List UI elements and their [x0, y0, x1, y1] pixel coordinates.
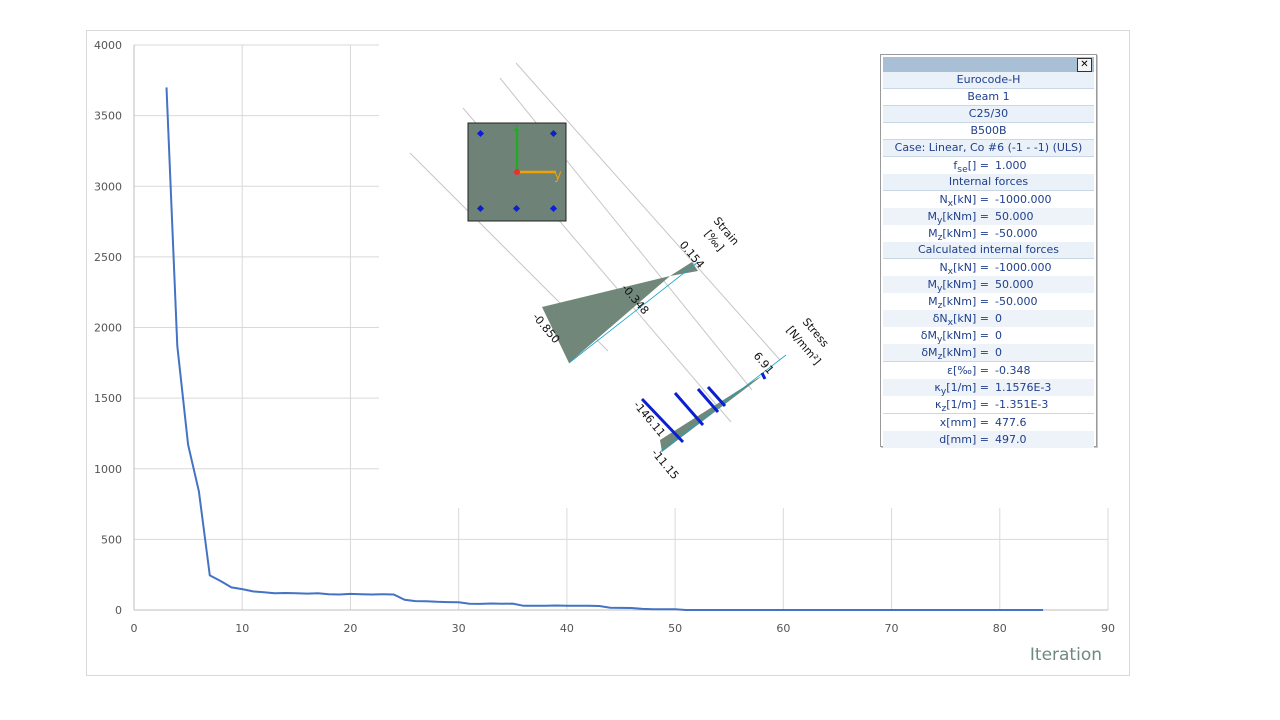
- member-row: Beam 1: [883, 89, 1094, 106]
- y-tick-label: 1000: [94, 463, 122, 476]
- row-unit: [kNm] =: [942, 295, 989, 308]
- result-row: Mz[kNm] = -50.000: [883, 225, 1094, 243]
- y-tick-label: 1500: [94, 392, 122, 405]
- panel-titlebar[interactable]: ✕: [883, 57, 1094, 72]
- row-value: 50.000: [995, 210, 1034, 223]
- result-row: d[mm] = 497.0: [883, 431, 1094, 448]
- row-key: M: [927, 210, 937, 223]
- internal-forces-list: Nx[kN] = -1000.000 My[kNm] = 50.000 Mz[kNm] …: [883, 191, 1094, 243]
- row-value: 477.6: [995, 416, 1027, 429]
- y-tick-label: 0: [115, 604, 122, 617]
- row-value: 497.0: [995, 433, 1027, 446]
- strain-results-list: ε[‰] = -0.348 κy[1/m] = 1.1576E-3 κz[1/m] = -…: [883, 362, 1094, 414]
- row-unit: [mm] =: [946, 416, 989, 429]
- steel-row: B500B: [883, 123, 1094, 140]
- row-key: M: [927, 278, 937, 291]
- x-tick-label: 40: [560, 622, 574, 635]
- x-tick-label: 80: [993, 622, 1007, 635]
- y-tick-label: 4000: [94, 39, 122, 52]
- result-row: Nx[kN] = -1000.000: [883, 259, 1094, 277]
- case-row: Case: Linear, Co #6 (-1 - -1) (ULS): [883, 140, 1094, 157]
- y-tick-label: 3500: [94, 110, 122, 123]
- row-value: -1000.000: [995, 193, 1052, 206]
- result-row: My[kNm] = 50.000: [883, 208, 1094, 226]
- row-value: 0: [995, 312, 1002, 325]
- row-unit: [kN] =: [953, 193, 989, 206]
- x-tick-label: 70: [885, 622, 899, 635]
- result-row: Nx[kN] = -1000.000: [883, 191, 1094, 209]
- result-row: My[kNm] = 50.000: [883, 276, 1094, 294]
- y-tick-label: 3000: [94, 180, 122, 193]
- z-axis-label: z: [513, 121, 519, 134]
- calculated-forces-header: Calculated internal forces: [883, 242, 1094, 259]
- row-value: -1000.000: [995, 261, 1052, 274]
- row-key: M: [928, 227, 938, 240]
- row-value: 0: [995, 329, 1002, 342]
- y-tick-label: 2500: [94, 251, 122, 264]
- result-row: Mz[kNm] = -50.000: [883, 293, 1094, 311]
- row-unit: [kN] =: [953, 261, 989, 274]
- fse-value: 1.000: [995, 159, 1027, 172]
- x-tick-label: 60: [776, 622, 790, 635]
- y-tick-label: 2000: [94, 322, 122, 335]
- fse-unit: [] =: [967, 159, 989, 172]
- fse-row: fse[] = 1.000: [883, 157, 1094, 175]
- x-tick-label: 50: [668, 622, 682, 635]
- row-unit: [kNm] =: [942, 210, 989, 223]
- row-value: -1.351E-3: [995, 398, 1049, 411]
- row-key: M: [928, 295, 938, 308]
- concrete-row: C25/30: [883, 106, 1094, 123]
- result-row: x[mm] = 477.6: [883, 414, 1094, 431]
- row-value: -0.348: [995, 364, 1031, 377]
- row-key: δN: [932, 312, 948, 325]
- results-panel: ✕ Eurocode-H Beam 1 C25/30 B500B Case: L…: [880, 54, 1097, 448]
- result-row: κz[1/m] = -1.351E-3: [883, 396, 1094, 414]
- row-unit: [1/m] =: [946, 398, 989, 411]
- row-unit: [kNm] =: [942, 227, 989, 240]
- result-row: κy[1/m] = 1.1576E-3: [883, 379, 1094, 397]
- x-tick-label: 90: [1101, 622, 1115, 635]
- row-key: N: [939, 193, 948, 206]
- row-key: δM: [921, 346, 938, 359]
- depth-results-list: x[mm] = 477.6 d[mm] = 497.0: [883, 414, 1094, 448]
- row-key: δM: [920, 329, 937, 342]
- row-value: -50.000: [995, 295, 1038, 308]
- row-value: -50.000: [995, 227, 1038, 240]
- row-value: 1.1576E-3: [995, 381, 1052, 394]
- result-row: δMy[kNm] = 0: [883, 327, 1094, 345]
- result-row: δNx[kN] = 0: [883, 310, 1094, 328]
- row-unit: [kN] =: [953, 312, 989, 325]
- code-row: Eurocode-H: [883, 72, 1094, 89]
- row-unit: [kNm] =: [942, 346, 989, 359]
- row-value: 50.000: [995, 278, 1034, 291]
- calculated-forces-list: Nx[kN] = -1000.000 My[kNm] = 50.000 Mz[kNm] …: [883, 259, 1094, 362]
- internal-forces-header: Internal forces: [883, 174, 1094, 191]
- y-axis-label: y: [554, 168, 562, 183]
- row-unit: [‰] =: [952, 364, 989, 377]
- row-unit: [1/m] =: [946, 381, 989, 394]
- x-tick-label: 30: [452, 622, 466, 635]
- y-tick-label: 500: [101, 533, 122, 546]
- row-key: N: [939, 261, 948, 274]
- x-tick-label: 10: [235, 622, 249, 635]
- row-unit: [kNm] =: [942, 329, 989, 342]
- x-axis-title: Iteration: [1030, 645, 1102, 665]
- origin-point: [514, 169, 520, 175]
- result-row: ε[‰] = -0.348: [883, 362, 1094, 379]
- result-row: δMz[kNm] = 0: [883, 344, 1094, 362]
- x-tick-label: 0: [131, 622, 138, 635]
- row-unit: [kNm] =: [942, 278, 989, 291]
- row-unit: [mm] =: [946, 433, 989, 446]
- x-tick-label: 20: [343, 622, 357, 635]
- row-value: 0: [995, 346, 1002, 359]
- panel-rows: Eurocode-H Beam 1 C25/30 B500B Case: Lin…: [883, 72, 1094, 448]
- close-button[interactable]: ✕: [1077, 58, 1092, 72]
